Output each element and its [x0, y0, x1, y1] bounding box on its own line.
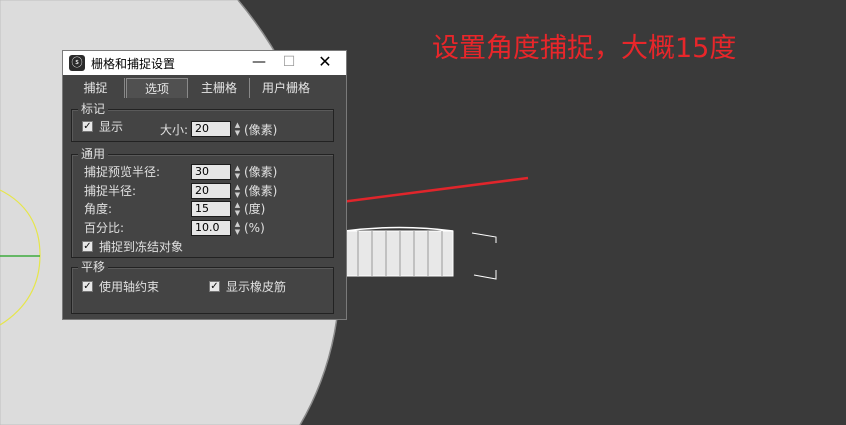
preview-radius-label: 捕捉预览半径:	[84, 165, 161, 179]
close-button[interactable]: ✕	[310, 51, 340, 75]
tab-snaps[interactable]: 捕捉	[67, 78, 125, 98]
snap-radius-label: 捕捉半径:	[84, 184, 137, 198]
cylinder-object	[344, 226, 497, 280]
marker-size-input[interactable]: 20	[191, 121, 231, 137]
angle-label: 角度:	[84, 202, 113, 216]
preview-radius-input[interactable]: 30	[191, 164, 231, 180]
snap-frozen-checkbox[interactable]: ✓	[82, 241, 93, 252]
grid-snap-settings-dialog[interactable]: ⓢ 栅格和捕捉设置 — ☐ ✕ 捕捉 选项 主栅格 用户栅格 标记 ✓ 显示 大…	[62, 50, 347, 320]
percent-label: 百分比:	[84, 221, 125, 235]
angle-input[interactable]: 15	[191, 201, 231, 217]
show-rubber-band-label: 显示橡皮筋	[226, 280, 287, 294]
use-axis-constraint-checkbox[interactable]: ✓	[82, 281, 93, 292]
marker-legend: 标记	[78, 102, 109, 116]
use-axis-constraint-label: 使用轴约束	[99, 280, 160, 294]
options-panel: 标记 ✓ 显示 大小: 20 ▲ ▼ (像素) 通用 捕捉预览半径: 30 ▲ ▼ …	[69, 99, 340, 317]
general-group: 通用 捕捉预览半径: 30 ▲ ▼ (像素) 捕捉半径: 20 ▲ ▼ (像素) 角…	[71, 147, 334, 258]
marker-group: 标记 ✓ 显示 大小: 20 ▲ ▼ (像素)	[71, 102, 334, 142]
percent-input[interactable]: 10.0	[191, 220, 231, 236]
snap-radius-unit: (像素)	[244, 184, 278, 198]
translate-group: 平移 ✓ 使用轴约束 ✓ 显示橡皮筋	[71, 260, 334, 314]
percent-unit: (%)	[244, 221, 265, 235]
marker-size-label: 大小:	[160, 123, 189, 137]
marker-size-unit: (像素)	[244, 123, 278, 137]
snap-frozen-label: 捕捉到冻结对象	[99, 240, 184, 254]
angle-spinner[interactable]: ▲ ▼	[233, 201, 242, 217]
title-bar[interactable]: ⓢ 栅格和捕捉设置 — ☐ ✕	[63, 51, 346, 75]
minimize-button[interactable]: —	[244, 51, 274, 75]
translate-legend: 平移	[78, 260, 109, 274]
dialog-title: 栅格和捕捉设置	[91, 57, 176, 71]
tab-user-grids[interactable]: 用户栅格	[251, 78, 321, 98]
annotation-text: 设置角度捕捉，大概15度	[432, 33, 737, 64]
percent-spinner[interactable]: ▲ ▼	[233, 220, 242, 236]
show-rubber-band-checkbox[interactable]: ✓	[209, 281, 220, 292]
snap-radius-spinner[interactable]: ▲ ▼	[233, 183, 242, 199]
preview-radius-spinner[interactable]: ▲ ▼	[233, 164, 242, 180]
show-marker-checkbox[interactable]: ✓	[82, 121, 93, 132]
app-icon: ⓢ	[69, 55, 85, 71]
tab-options[interactable]: 选项	[126, 78, 188, 98]
marker-size-spinner[interactable]: ▲ ▼	[233, 121, 242, 137]
angle-unit: (度)	[244, 202, 266, 216]
general-legend: 通用	[78, 147, 109, 161]
maximize-button[interactable]: ☐	[274, 51, 304, 75]
tab-bar: 捕捉 选项 主栅格 用户栅格	[67, 78, 342, 98]
tab-home-grid[interactable]: 主栅格	[189, 78, 250, 98]
preview-radius-unit: (像素)	[244, 165, 278, 179]
show-marker-label: 显示	[99, 120, 124, 134]
snap-radius-input[interactable]: 20	[191, 183, 231, 199]
